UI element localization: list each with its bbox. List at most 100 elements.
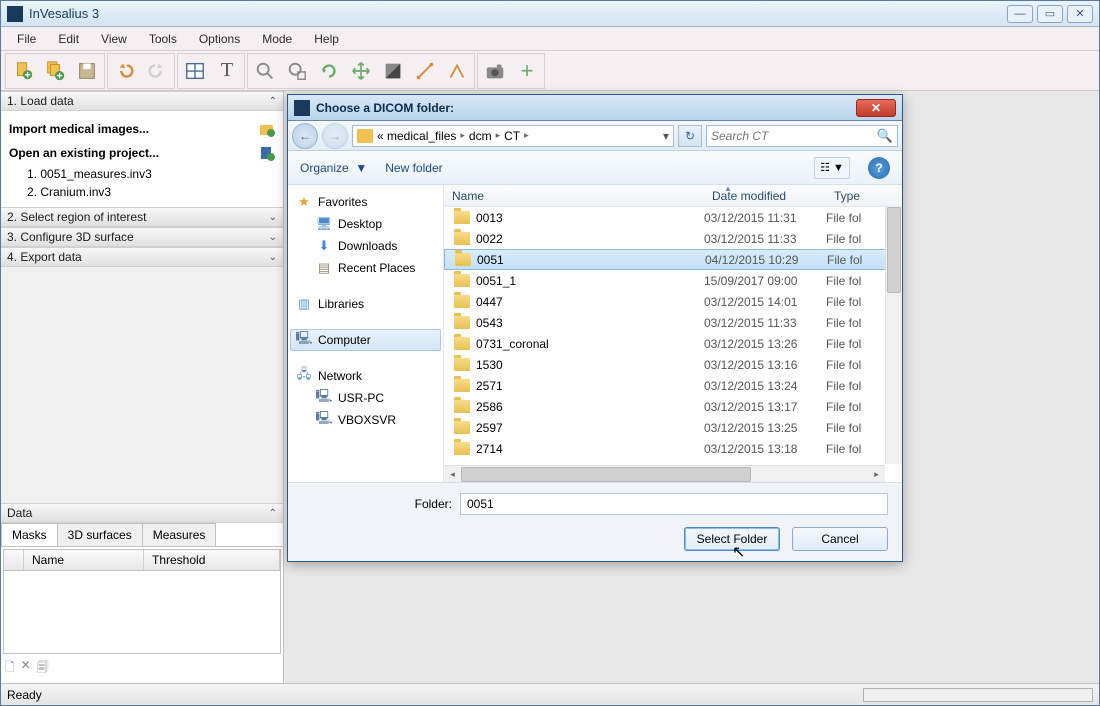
tree-desktop[interactable]: 🖥Desktop <box>290 213 441 235</box>
section-data[interactable]: Data⌃ <box>1 503 283 523</box>
col-name[interactable]: Name <box>24 550 144 570</box>
tree-recent-places[interactable]: ▤Recent Places <box>290 257 441 279</box>
tree-libraries[interactable]: ▥Libraries <box>290 293 441 315</box>
file-row[interactable]: 044703/12/2015 14:01File fol <box>444 291 902 312</box>
vertical-scrollbar[interactable] <box>885 207 902 464</box>
file-row[interactable]: 0051_115/09/2017 09:00File fol <box>444 270 902 291</box>
maximize-button[interactable]: ▭ <box>1037 5 1063 23</box>
tree-favorites[interactable]: ★Favorites <box>290 191 441 213</box>
file-row[interactable]: 005104/12/2015 10:29File fol <box>444 249 902 270</box>
menu-tools[interactable]: Tools <box>139 29 187 49</box>
tab-measures[interactable]: Measures <box>142 523 217 546</box>
menu-file[interactable]: File <box>7 29 46 49</box>
menu-help[interactable]: Help <box>304 29 349 49</box>
breadcrumb-dropdown-icon[interactable]: ▾ <box>663 129 669 143</box>
rotate-icon[interactable] <box>314 56 344 86</box>
col-threshold[interactable]: Threshold <box>144 550 280 570</box>
help-button[interactable]: ? <box>868 157 890 179</box>
close-button[interactable]: ✕ <box>1067 5 1093 23</box>
tree-net-usrpc[interactable]: 🖳USR-PC <box>290 387 441 409</box>
camera-icon[interactable] <box>480 56 510 86</box>
menu-options[interactable]: Options <box>189 29 250 49</box>
new-item-icon[interactable]: 🗋 <box>5 658 15 679</box>
text-icon[interactable]: T <box>212 56 242 86</box>
view-mode-button[interactable]: ☷ ▼ <box>814 157 850 179</box>
folder-input[interactable] <box>460 493 888 515</box>
tab-3d-surfaces[interactable]: 3D surfaces <box>57 523 143 546</box>
file-row[interactable]: 153003/12/2015 13:16File fol <box>444 354 902 375</box>
file-list[interactable]: 001303/12/2015 11:31File fol002203/12/20… <box>444 207 902 482</box>
breadcrumb-seg-0[interactable]: « medical_files <box>377 129 456 143</box>
tree-net-vboxsvr[interactable]: 🖳VBOXSVR <box>290 409 441 431</box>
scrollbar-thumb[interactable] <box>887 207 901 293</box>
open-existing-project[interactable]: Open an existing project... <box>7 141 277 165</box>
folder-icon <box>454 421 470 434</box>
import-stack-icon[interactable] <box>40 56 70 86</box>
section-select-region[interactable]: 2. Select region of interest⌄ <box>1 207 283 227</box>
breadcrumb-seg-1[interactable]: dcm <box>469 129 492 143</box>
dialog-navbar: ← → « medical_files ▸ dcm ▸ CT ▸ ▾ ↻ 🔍 <box>288 121 902 151</box>
menu-view[interactable]: View <box>91 29 137 49</box>
col-header-date[interactable]: Date modified <box>704 189 826 203</box>
move-icon[interactable] <box>346 56 376 86</box>
col-header-name[interactable]: Name <box>444 189 704 203</box>
breadcrumb[interactable]: « medical_files ▸ dcm ▸ CT ▸ ▾ <box>352 125 674 147</box>
scroll-left-icon[interactable]: ◂ <box>444 469 461 480</box>
zoom-area-icon[interactable] <box>282 56 312 86</box>
tree-computer[interactable]: 🖳Computer <box>290 329 441 351</box>
section-export-data[interactable]: 4. Export data⌄ <box>1 247 283 267</box>
file-row[interactable]: 258603/12/2015 13:17File fol <box>444 396 902 417</box>
file-row[interactable]: 271403/12/2015 13:18File fol <box>444 438 902 459</box>
redo-icon[interactable] <box>142 56 172 86</box>
undo-icon[interactable] <box>110 56 140 86</box>
refresh-button[interactable]: ↻ <box>678 125 702 147</box>
organize-button[interactable]: Organize ▼ <box>300 161 367 175</box>
contrast-icon[interactable] <box>378 56 408 86</box>
file-row[interactable]: 257103/12/2015 13:24File fol <box>444 375 902 396</box>
search-input[interactable] <box>711 129 877 143</box>
import-medical-images[interactable]: Import medical images... <box>7 117 277 141</box>
scroll-right-icon[interactable]: ▸ <box>868 469 885 480</box>
save-icon[interactable] <box>72 56 102 86</box>
add-icon[interactable]: + <box>512 56 542 86</box>
breadcrumb-seg-2[interactable]: CT <box>504 129 520 143</box>
tree-downloads[interactable]: ⬇Downloads <box>290 235 441 257</box>
menubar: File Edit View Tools Options Mode Help <box>1 27 1099 51</box>
select-folder-button[interactable]: Select Folder <box>684 527 780 551</box>
menu-mode[interactable]: Mode <box>252 29 302 49</box>
section-configure-3d[interactable]: 3. Configure 3D surface⌄ <box>1 227 283 247</box>
cancel-button[interactable]: Cancel <box>792 527 888 551</box>
column-headers: Name Date modified Type <box>444 185 902 207</box>
chevron-up-icon: ⌃ <box>269 96 277 107</box>
measure-line-icon[interactable] <box>410 56 440 86</box>
dialog-close-button[interactable]: ✕ <box>856 99 896 117</box>
duplicate-item-icon[interactable]: 🗐 <box>37 658 49 679</box>
layout-icon[interactable] <box>180 56 210 86</box>
recent-project-2[interactable]: 2. Cranium.inv3 <box>7 183 277 201</box>
folder-icon <box>454 211 470 224</box>
chevron-down-icon: ⌄ <box>269 232 277 243</box>
forward-button[interactable]: → <box>322 123 348 149</box>
import-single-icon[interactable] <box>8 56 38 86</box>
file-row[interactable]: 001303/12/2015 11:31File fol <box>444 207 902 228</box>
scrollbar-thumb[interactable] <box>461 467 751 482</box>
tree-network[interactable]: 🖧Network <box>290 365 441 387</box>
tab-masks[interactable]: Masks <box>1 523 58 546</box>
zoom-in-icon[interactable] <box>250 56 280 86</box>
col-header-type[interactable]: Type <box>826 189 902 203</box>
back-button[interactable]: ← <box>292 123 318 149</box>
file-row[interactable]: 0731_coronal03/12/2015 13:26File fol <box>444 333 902 354</box>
file-row[interactable]: 054303/12/2015 11:33File fol <box>444 312 902 333</box>
search-box[interactable]: 🔍 <box>706 125 898 147</box>
delete-item-icon[interactable]: ✕ <box>21 658 31 679</box>
recent-project-1[interactable]: 1. 0051_measures.inv3 <box>7 165 277 183</box>
libraries-icon: ▥ <box>296 296 312 312</box>
section-load-data[interactable]: 1. Load data⌃ <box>1 91 283 111</box>
menu-edit[interactable]: Edit <box>48 29 89 49</box>
new-folder-button[interactable]: New folder <box>385 161 442 175</box>
file-row[interactable]: 259703/12/2015 13:25File fol <box>444 417 902 438</box>
file-row[interactable]: 002203/12/2015 11:33File fol <box>444 228 902 249</box>
measure-angle-icon[interactable] <box>442 56 472 86</box>
horizontal-scrollbar[interactable]: ◂ ▸ <box>444 465 885 482</box>
minimize-button[interactable]: — <box>1007 5 1033 23</box>
